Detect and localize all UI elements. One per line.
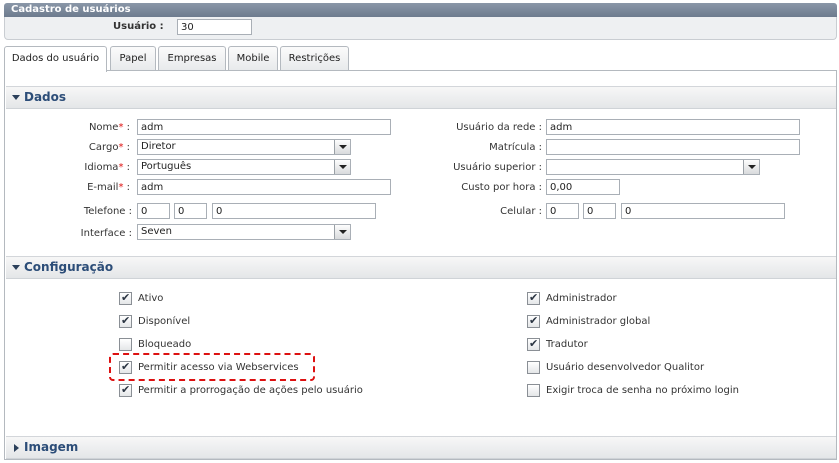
window-title: Cadastro de usuários [4,3,837,17]
telefone-ddd-input[interactable] [174,203,207,219]
tab-papel[interactable]: Papel [110,46,156,71]
user-id-input[interactable] [177,19,252,35]
collapse-arrow-icon [12,265,20,270]
idioma-select[interactable]: Português [137,159,351,175]
usuario-rede-label: Usuário da rede : [456,122,542,133]
section-dados-header[interactable]: Dados [6,86,836,109]
left-checkbox-label-2[interactable]: Bloqueado [138,339,191,350]
section-configuracao-title: Configuração [24,260,114,274]
section-dados-title: Dados [24,90,67,104]
cargo-label: Cargo* : [88,142,130,153]
highlight-box [109,353,315,381]
left-checkbox-1[interactable] [119,314,132,328]
custo-hora-label: Custo por hora : [461,182,542,193]
interface-value: Seven [141,226,172,237]
expand-arrow-icon [14,444,19,452]
chevron-down-icon[interactable] [334,160,350,174]
telefone-label: Telefone : [83,206,132,217]
collapse-arrow-icon [12,95,20,100]
right-checkbox-4[interactable] [527,384,540,397]
matricula-input[interactable] [546,139,800,155]
right-checkbox-label-4[interactable]: Exigir troca de senha no próximo login [546,385,739,396]
celular-ddi-input[interactable] [546,203,579,219]
celular-label: Celular : [500,206,542,217]
user-id-bar: Usuário : [4,17,837,40]
left-checkbox-label-0[interactable]: Ativo [138,293,163,304]
celular-numero-input[interactable] [621,203,785,219]
celular-ddd-input[interactable] [583,203,616,219]
tab-mobile[interactable]: Mobile [228,46,278,71]
interface-label: Interface : [80,228,132,239]
usuario-rede-input[interactable] [546,119,800,135]
right-checkbox-2[interactable] [527,337,540,351]
tab-restricoes[interactable]: Restrições [280,46,349,71]
section-imagem-header[interactable]: Imagem [6,436,836,459]
right-checkbox-label-2[interactable]: Tradutor [546,339,588,350]
left-checkbox-label-4[interactable]: Permitir a prorrogação de ações pelo usu… [138,385,363,396]
telefone-ddi-input[interactable] [137,203,170,219]
nome-label: Nome* : [88,122,130,133]
cargo-value: Diretor [141,141,176,152]
telefone-numero-input[interactable] [212,203,376,219]
left-checkbox-label-1[interactable]: Disponível [138,316,190,327]
chevron-down-icon[interactable] [743,160,759,174]
tab-empresas[interactable]: Empresas [158,46,226,71]
right-checkbox-label-1[interactable]: Administrador global [546,316,650,327]
idioma-label: Idioma* : [84,162,130,173]
section-configuracao-header[interactable]: Configuração [6,256,836,279]
email-label: E-mail* : [87,182,130,193]
tab-panel: Dados Nome* : Cargo* : Diretor Idioma* :… [4,70,837,460]
chevron-down-icon[interactable] [334,225,350,239]
cargo-select[interactable]: Diretor [137,139,351,155]
left-checkbox-2[interactable] [119,338,132,351]
nome-input[interactable] [137,119,391,135]
right-checkbox-label-3[interactable]: Usuário desenvolvedor Qualitor [546,362,704,373]
usuario-superior-label: Usuário superior : [453,162,542,173]
interface-select[interactable]: Seven [137,224,351,240]
chevron-down-icon[interactable] [334,140,350,154]
right-checkbox-1[interactable] [527,314,540,328]
right-checkbox-3[interactable] [527,361,540,374]
section-imagem-title: Imagem [24,440,79,454]
email-input[interactable] [137,179,391,195]
custo-hora-input[interactable] [546,179,620,195]
usuario-superior-select[interactable] [546,159,760,175]
user-id-label: Usuário : [113,21,164,32]
left-checkbox-4[interactable] [119,383,132,397]
tab-dados-do-usuario[interactable]: Dados do usuário [4,46,107,72]
right-checkbox-label-0[interactable]: Administrador [546,293,617,304]
left-checkbox-0[interactable] [119,291,132,305]
idioma-value: Português [141,161,192,172]
matricula-label: Matrícula : [489,142,542,153]
right-checkbox-0[interactable] [527,291,540,305]
